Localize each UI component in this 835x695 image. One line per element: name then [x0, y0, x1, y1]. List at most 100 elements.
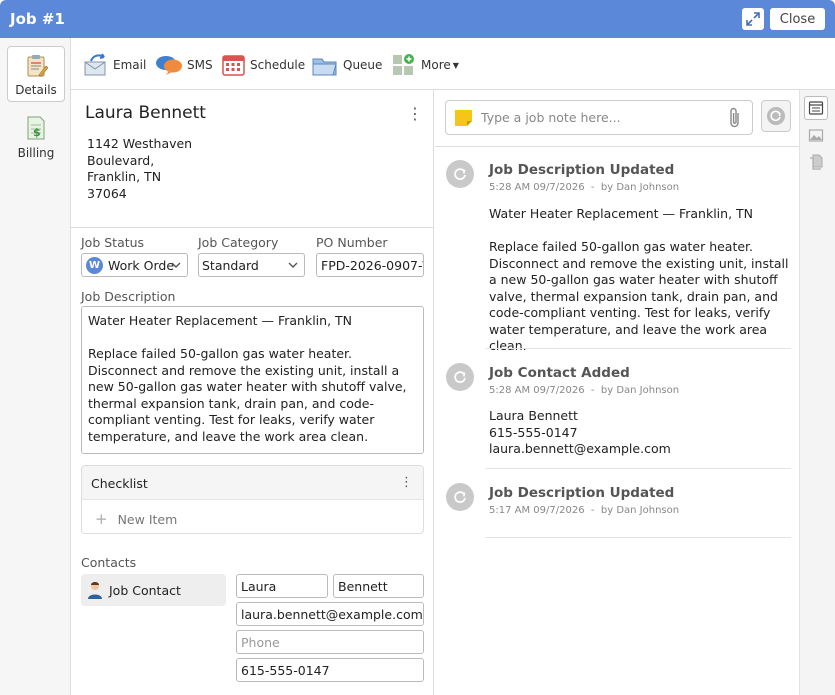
divider — [485, 348, 791, 349]
job-category-select[interactable]: Standard — [198, 253, 305, 277]
po-number-label: PO Number — [316, 235, 388, 250]
address-line: 37064 — [87, 186, 127, 201]
toolbar: Email SMS Schedule Queue More ▼ — [71, 38, 835, 90]
job-description-label: Job Description — [81, 289, 176, 304]
job-contact-label: Job Contact — [109, 582, 181, 598]
feed-entry-body: Water Heater Replacement — Franklin, TN … — [489, 206, 789, 353]
feed-entry-time: 5:28 AM 09/7/2026 — [489, 182, 585, 193]
checklist-menu-icon[interactable]: ⋮ — [400, 475, 413, 490]
customer-menu-icon[interactable]: ⋮ — [407, 104, 423, 123]
schedule-button[interactable]: Schedule — [222, 52, 305, 78]
feed-entry-author: by Dan Johnson — [600, 505, 680, 516]
sms-label: SMS — [187, 58, 213, 72]
job-contact-tag[interactable]: Job Contact — [81, 574, 226, 606]
feed-entry-author: by Dan Johnson — [600, 182, 680, 193]
close-button[interactable]: Close — [770, 8, 825, 30]
feed-entry-meta: 5:28 AM 09/7/2026 - by Dan Johnson — [489, 385, 680, 396]
sms-icon — [156, 56, 182, 75]
address-line: Franklin, TN — [87, 169, 162, 184]
send-note-button[interactable] — [761, 100, 791, 132]
queue-label: Queue — [343, 58, 383, 72]
address-line: 1142 Westhaven — [87, 136, 193, 151]
customer-card: Laura Bennett ⋮ 1142 Westhaven Boulevard… — [71, 90, 433, 228]
phone-field-2[interactable]: 615-555-0147 — [236, 658, 424, 682]
phone-field[interactable]: Phone — [236, 630, 424, 654]
window-title: Job #1 — [10, 10, 65, 28]
feed-entry-meta: 5:28 AM 09/7/2026 - by Dan Johnson — [489, 182, 680, 193]
divider — [485, 537, 791, 538]
job-status-select[interactable]: W Work Orde — [81, 253, 188, 277]
expand-button[interactable] — [742, 8, 764, 30]
sticky-note-icon — [455, 110, 472, 126]
expand-icon — [746, 12, 760, 26]
email-field[interactable]: laura.bennett@example.com — [236, 602, 424, 626]
paperclip-icon[interactable] — [728, 107, 742, 129]
queue-button[interactable]: Queue — [311, 52, 382, 78]
notes-view-icon — [808, 101, 824, 115]
images-view-button[interactable] — [804, 123, 828, 147]
address-line: Boulevard, — [87, 153, 155, 168]
job-status-value: Work Orde — [108, 257, 175, 273]
billing-icon: $ — [27, 116, 45, 140]
images-icon — [808, 129, 824, 142]
feed-entry-time: 5:17 AM 09/7/2026 — [489, 505, 585, 516]
job-category-label: Job Category — [198, 235, 279, 250]
first-name-input[interactable]: Laura — [236, 574, 328, 598]
feed-entry-title: Job Contact Added — [489, 365, 630, 381]
checklist-title: Checklist — [91, 476, 148, 491]
feed-entry-body: Laura Bennett 615-555-0147 laura.bennett… — [489, 408, 671, 456]
refresh-icon — [446, 160, 474, 188]
contacts-label: Contacts — [81, 555, 137, 570]
view-switcher — [799, 90, 835, 695]
files-icon — [810, 154, 823, 170]
job-category-value: Standard — [202, 257, 259, 273]
po-number-input[interactable]: FPD-2026-0907-W — [316, 253, 424, 277]
new-item-button[interactable]: + New Item — [95, 510, 177, 528]
queue-icon — [312, 58, 337, 76]
checklist-card: Checklist ⋮ + New Item — [81, 465, 424, 534]
more-icon — [393, 54, 414, 75]
email-icon — [84, 53, 106, 76]
activity-panel: Type a job note here... Job Description … — [435, 90, 799, 695]
last-name-input[interactable]: Bennett — [333, 574, 424, 598]
feed-entry-meta: 5:17 AM 09/7/2026 - by Dan Johnson — [489, 505, 680, 516]
plus-icon: + — [95, 510, 108, 528]
chevron-down-icon: ▼ — [452, 60, 459, 70]
more-label: More — [421, 58, 451, 72]
job-status-label: Job Status — [81, 235, 145, 250]
status-badge: W — [86, 256, 103, 274]
feed-entry-author: by Dan Johnson — [600, 385, 680, 396]
chevron-down-icon — [171, 262, 181, 268]
feed-entry-title: Job Description Updated — [489, 162, 675, 178]
checklist-header: Checklist ⋮ — [82, 466, 423, 500]
job-note-placeholder: Type a job note here... — [481, 110, 621, 125]
email-button[interactable]: Email — [83, 52, 146, 78]
svg-text:$: $ — [33, 126, 41, 139]
title-bar: Job #1 Close — [0, 0, 835, 38]
feed-entry-time: 5:28 AM 09/7/2026 — [489, 385, 585, 396]
customer-name: Laura Bennett — [85, 103, 206, 123]
nav-billing-label: Billing — [17, 146, 55, 160]
details-icon — [27, 55, 48, 77]
nav-billing[interactable]: $ Billing — [7, 108, 65, 164]
chevron-down-icon — [288, 262, 298, 268]
email-label: Email — [113, 58, 147, 72]
nav-details[interactable]: Details — [7, 46, 65, 102]
schedule-icon — [222, 55, 245, 76]
job-details-panel: Laura Bennett ⋮ 1142 Westhaven Boulevard… — [71, 90, 434, 695]
feed-entry-title: Job Description Updated — [489, 485, 675, 501]
notes-view-button[interactable] — [804, 96, 828, 120]
divider — [485, 468, 791, 469]
new-item-label: New Item — [117, 512, 178, 527]
divider — [435, 146, 799, 147]
more-button[interactable]: More ▼ — [391, 52, 459, 78]
job-description-textarea[interactable]: Water Heater Replacement — Franklin, TN … — [81, 306, 424, 454]
schedule-label: Schedule — [250, 58, 306, 72]
left-nav: Details $ Billing — [0, 38, 71, 695]
refresh-icon — [446, 363, 474, 391]
sms-button[interactable]: SMS — [155, 52, 213, 78]
refresh-icon — [446, 483, 474, 511]
files-view-button[interactable] — [804, 150, 828, 174]
job-note-input[interactable]: Type a job note here... — [445, 100, 753, 135]
user-icon — [88, 582, 102, 599]
